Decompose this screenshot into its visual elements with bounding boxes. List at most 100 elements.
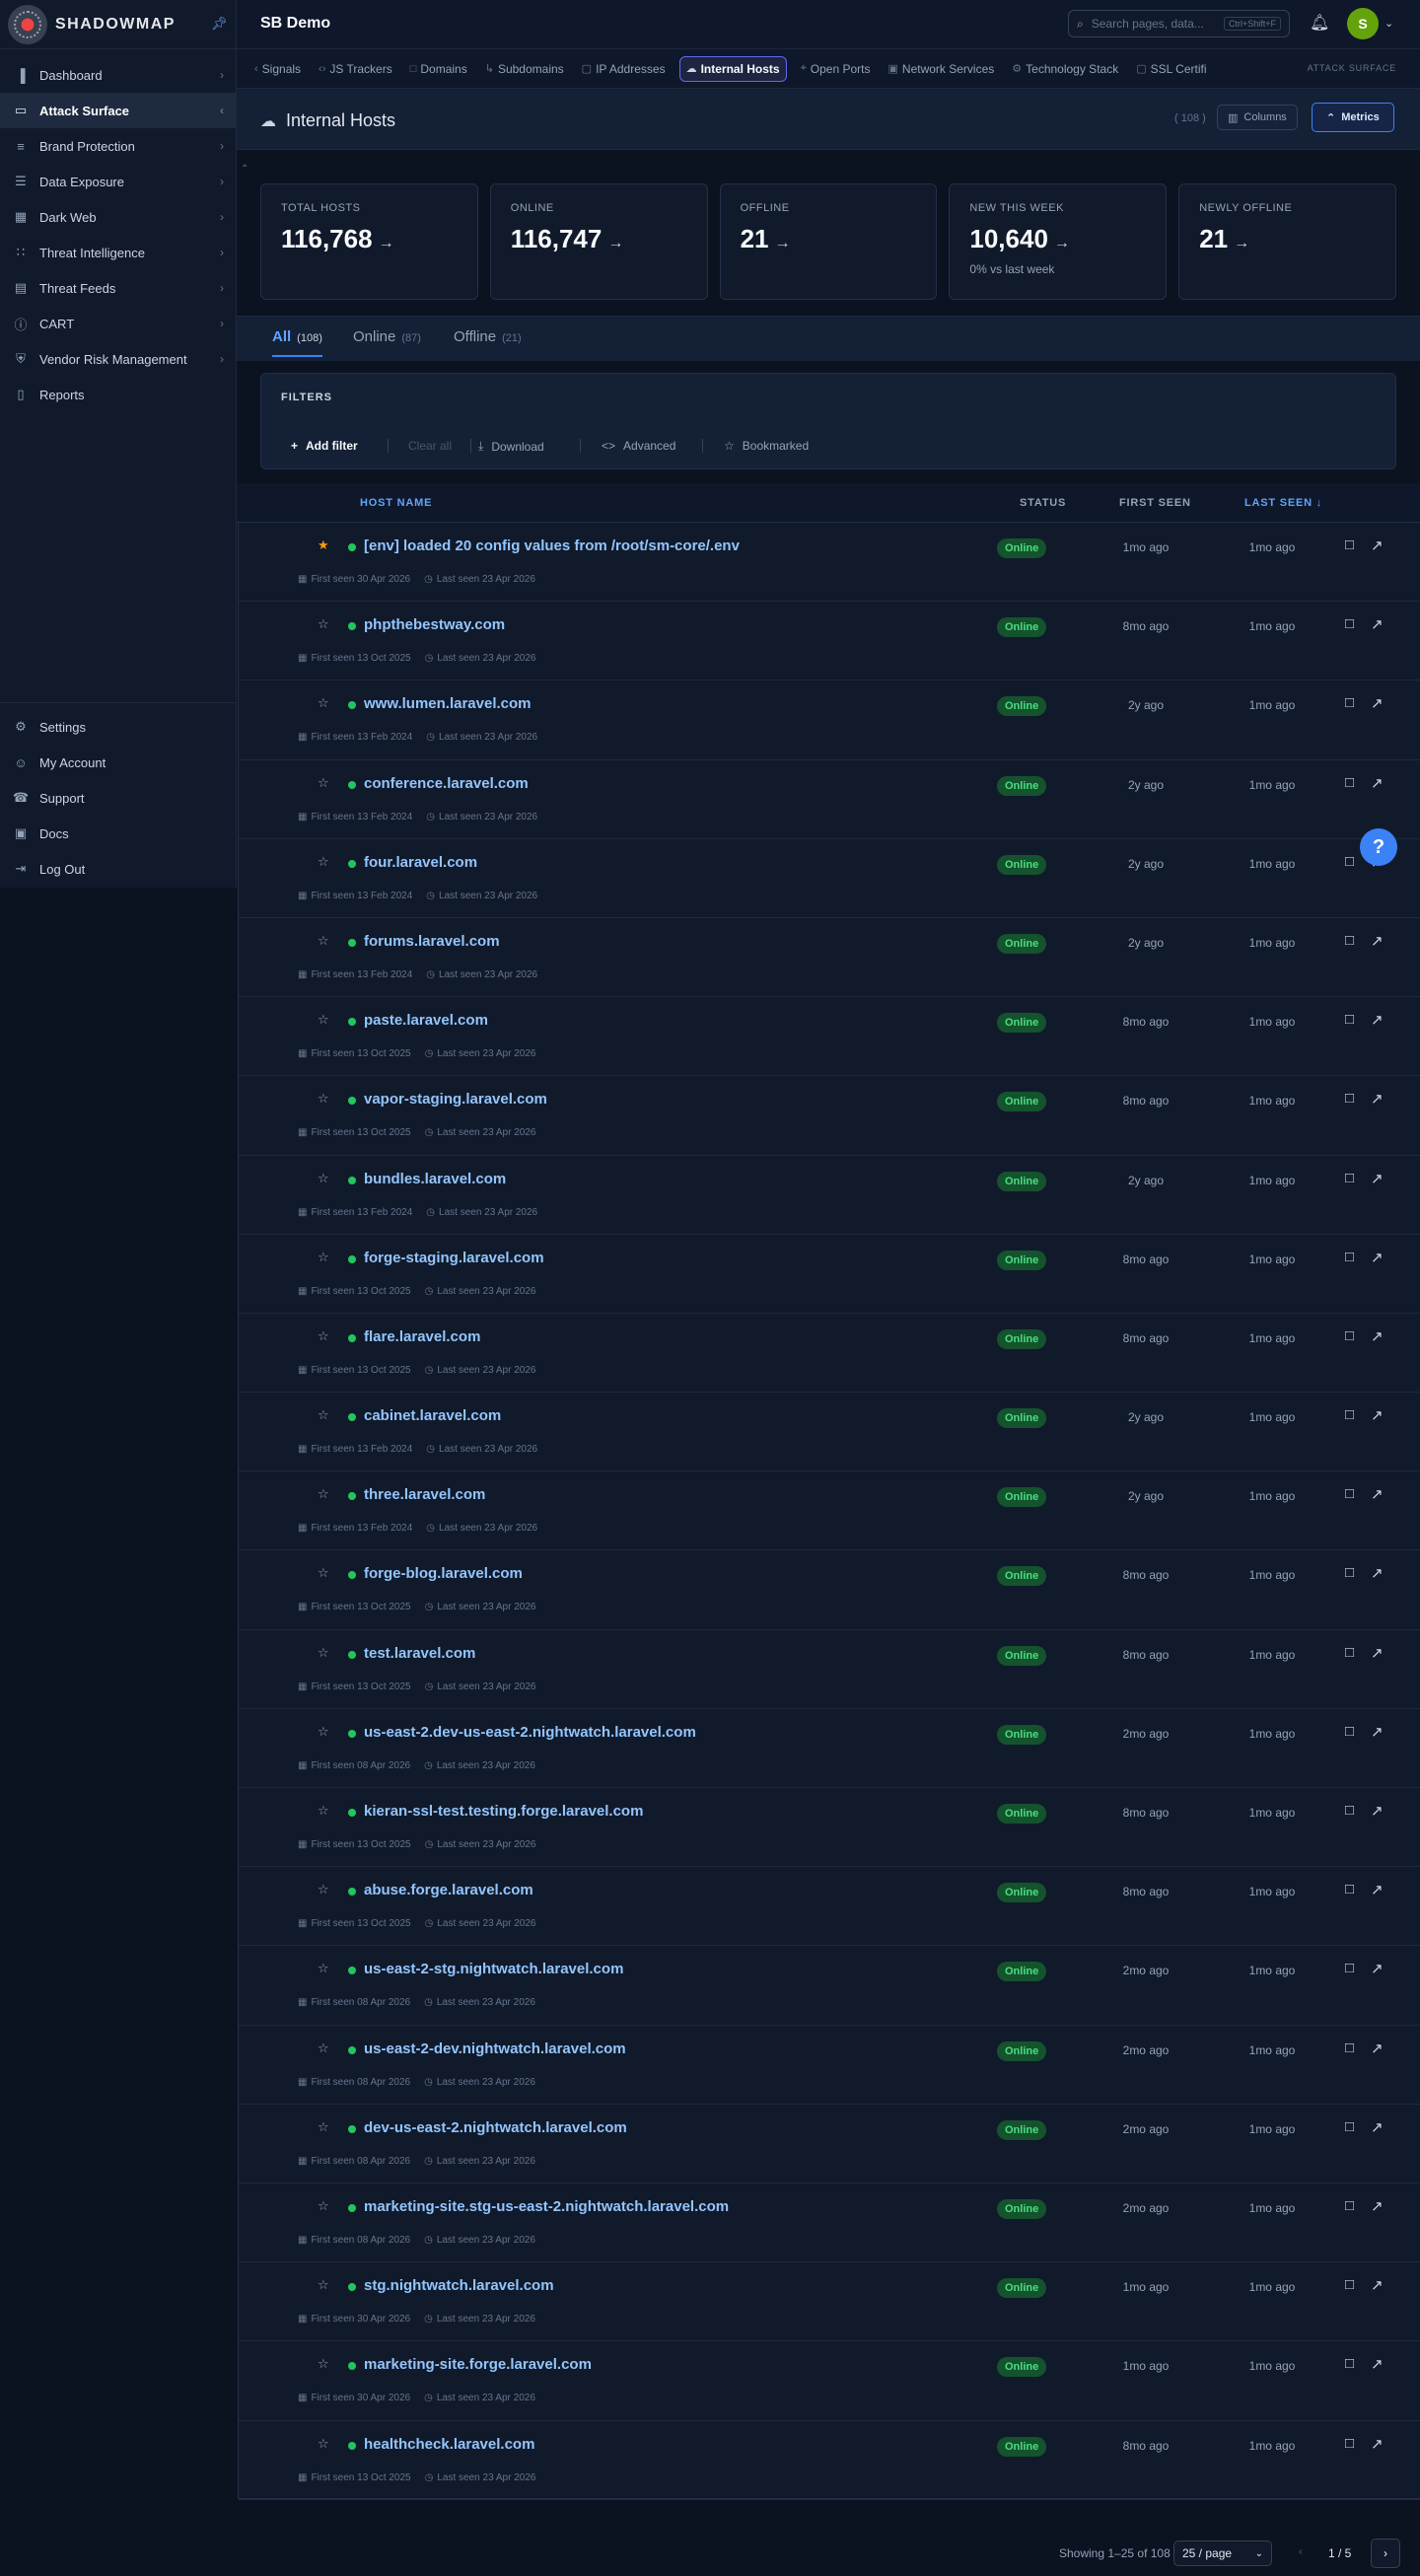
table-row[interactable]: ☆ vapor-staging.laravel.com ▦ First seen 13… bbox=[239, 1076, 1420, 1156]
filter-tab-all[interactable]: All (108) bbox=[272, 328, 322, 357]
bookmarked-button[interactable]: ☆ Bookmarked bbox=[724, 439, 809, 453]
metric-card-newly-offline[interactable]: NEWLY OFFLINE 21 → bbox=[1178, 183, 1396, 300]
sidebar-item-data-exposure[interactable]: ☰ Data Exposure › bbox=[0, 164, 236, 199]
comment-icon[interactable]: □ bbox=[1345, 853, 1354, 870]
external-link-icon[interactable]: ↗ bbox=[1371, 2197, 1384, 2215]
table-row[interactable]: ☆ cabinet.laravel.com ▦ First seen 13 Feb 2… bbox=[239, 1393, 1420, 1472]
comment-icon[interactable]: □ bbox=[1345, 1090, 1354, 1107]
table-row[interactable]: ☆ forums.laravel.com ▦ First seen 13 Feb 20… bbox=[239, 918, 1420, 998]
star-outline-icon[interactable]: ☆ bbox=[318, 1961, 329, 1976]
host-name-link[interactable]: www.lumen.laravel.com bbox=[364, 695, 532, 712]
host-name-link[interactable]: stg.nightwatch.laravel.com bbox=[364, 2277, 554, 2294]
column-header-host[interactable]: HOST NAME bbox=[360, 497, 432, 509]
tab-js-trackers[interactable]: ‹› JS Trackers bbox=[315, 56, 396, 82]
table-row[interactable]: ☆ paste.laravel.com ▦ First seen 13 Oct 202… bbox=[239, 997, 1420, 1077]
host-name-link[interactable]: us-east-2-stg.nightwatch.laravel.com bbox=[364, 1961, 623, 1977]
host-name-link[interactable]: conference.laravel.com bbox=[364, 775, 529, 792]
tab-domains[interactable]: □ Domains bbox=[406, 56, 471, 82]
table-row[interactable]: ☆ conference.laravel.com ▦ First seen 13 Fe… bbox=[239, 760, 1420, 839]
comment-icon[interactable]: □ bbox=[1345, 2276, 1354, 2293]
external-link-icon[interactable]: ↗ bbox=[1371, 1406, 1384, 1424]
star-outline-icon[interactable]: ☆ bbox=[318, 854, 329, 870]
comment-icon[interactable]: □ bbox=[1345, 537, 1354, 553]
host-name-link[interactable]: vapor-staging.laravel.com bbox=[364, 1091, 547, 1108]
external-link-icon[interactable]: ↗ bbox=[1371, 1960, 1384, 1977]
table-row[interactable]: ☆ bundles.laravel.com ▦ First seen 13 Feb 2… bbox=[239, 1156, 1420, 1235]
sidebar-item-my-account[interactable]: ☺ My Account bbox=[0, 745, 236, 780]
sidebar-item-support[interactable]: ☎ Support bbox=[0, 780, 236, 816]
table-row[interactable]: ☆ kieran-ssl-test.testing.forge.laravel.c… bbox=[239, 1788, 1420, 1868]
tab-ssl-certifi[interactable]: ▢ SSL Certifi bbox=[1132, 56, 1210, 82]
tab-technology-stack[interactable]: ⚙ Technology Stack bbox=[1008, 56, 1122, 82]
comment-icon[interactable]: □ bbox=[1345, 1723, 1354, 1740]
host-name-link[interactable]: marketing-site.forge.laravel.com bbox=[364, 2356, 592, 2373]
pin-icon[interactable]: 📌︎ bbox=[211, 16, 228, 32]
external-link-icon[interactable]: ↗ bbox=[1371, 2039, 1384, 2057]
sidebar-item-dashboard[interactable]: ▐ Dashboard › bbox=[0, 57, 236, 93]
column-header-last-seen[interactable]: LAST SEEN ↓ bbox=[1244, 497, 1322, 509]
host-name-link[interactable]: bundles.laravel.com bbox=[364, 1171, 506, 1187]
external-link-icon[interactable]: ↗ bbox=[1371, 1170, 1384, 1187]
comment-icon[interactable]: □ bbox=[1345, 1327, 1354, 1344]
clear-all-button[interactable]: Clear all bbox=[408, 439, 452, 453]
comment-icon[interactable]: □ bbox=[1345, 1170, 1354, 1186]
star-outline-icon[interactable]: ☆ bbox=[318, 1328, 329, 1344]
host-name-link[interactable]: phpthebestway.com bbox=[364, 616, 505, 633]
star-outline-icon[interactable]: ☆ bbox=[318, 1724, 329, 1740]
star-outline-icon[interactable]: ☆ bbox=[318, 1803, 329, 1819]
star-outline-icon[interactable]: ☆ bbox=[318, 1091, 329, 1107]
table-row[interactable]: ☆ stg.nightwatch.laravel.com ▦ First seen 3… bbox=[239, 2262, 1420, 2342]
star-outline-icon[interactable]: ☆ bbox=[318, 2277, 329, 2293]
search-input[interactable]: ⌕ Search pages, data... Ctrl+Shift+F bbox=[1068, 10, 1290, 37]
sidebar-item-vendor-risk-management[interactable]: ⛨ Vendor Risk Management › bbox=[0, 341, 236, 377]
table-row[interactable]: ☆ forge-staging.laravel.com ▦ First seen 13… bbox=[239, 1235, 1420, 1314]
metric-card-new-this-week[interactable]: NEW THIS WEEK 10,640 → 0% vs last week bbox=[949, 183, 1168, 300]
host-name-link[interactable]: marketing-site.stg-us-east-2.nightwatch.… bbox=[364, 2198, 729, 2215]
sidebar-item-attack-surface[interactable]: ▭ Attack Surface ‹ bbox=[0, 93, 236, 128]
filter-tab-online[interactable]: Online (87) bbox=[353, 328, 421, 345]
table-row[interactable]: ☆ marketing-site.stg-us-east-2.nightwatch… bbox=[239, 2183, 1420, 2263]
column-header-first-seen[interactable]: FIRST SEEN bbox=[1119, 497, 1191, 509]
host-name-link[interactable]: three.laravel.com bbox=[364, 1486, 485, 1503]
tab-open-ports[interactable]: ⌖ Open Ports bbox=[797, 56, 875, 82]
comment-icon[interactable]: □ bbox=[1345, 1960, 1354, 1976]
comment-icon[interactable]: □ bbox=[1345, 2039, 1354, 2056]
star-outline-icon[interactable]: ☆ bbox=[318, 1645, 329, 1661]
comment-icon[interactable]: □ bbox=[1345, 932, 1354, 949]
external-link-icon[interactable]: ↗ bbox=[1371, 615, 1384, 633]
host-name-link[interactable]: four.laravel.com bbox=[364, 854, 477, 871]
sidebar-item-threat-feeds[interactable]: ▤ Threat Feeds › bbox=[0, 270, 236, 306]
table-row[interactable]: ☆ flare.laravel.com ▦ First seen 13 Oct 202… bbox=[239, 1314, 1420, 1394]
download-button[interactable]: ⤓ Download bbox=[478, 439, 544, 454]
star-filled-icon[interactable]: ★ bbox=[318, 537, 329, 553]
host-name-link[interactable]: dev-us-east-2.nightwatch.laravel.com bbox=[364, 2119, 627, 2136]
host-name-link[interactable]: healthcheck.laravel.com bbox=[364, 2436, 534, 2453]
external-link-icon[interactable]: ↗ bbox=[1371, 1327, 1384, 1345]
external-link-icon[interactable]: ↗ bbox=[1371, 1723, 1384, 1741]
table-row[interactable]: ☆ healthcheck.laravel.com ▦ First seen 13 O… bbox=[239, 2421, 1420, 2500]
advanced-button[interactable]: <> Advanced bbox=[602, 439, 675, 453]
host-name-link[interactable]: forums.laravel.com bbox=[364, 933, 500, 950]
comment-icon[interactable]: □ bbox=[1345, 1564, 1354, 1581]
host-name-link[interactable]: test.laravel.com bbox=[364, 1645, 475, 1662]
tab-network-services[interactable]: ▣ Network Services bbox=[885, 56, 999, 82]
comment-icon[interactable]: □ bbox=[1345, 1485, 1354, 1502]
table-row[interactable]: ☆ us-east-2-stg.nightwatch.laravel.com ▦ Fi… bbox=[239, 1946, 1420, 2026]
next-page-button[interactable]: › bbox=[1371, 2539, 1400, 2568]
sidebar-item-dark-web[interactable]: ▦ Dark Web › bbox=[0, 199, 236, 235]
external-link-icon[interactable]: ↗ bbox=[1371, 537, 1384, 554]
host-name-link[interactable]: us-east-2.dev-us-east-2.nightwatch.larav… bbox=[364, 1724, 696, 1741]
table-row[interactable]: ☆ forge-blog.laravel.com ▦ First seen 13 Oc… bbox=[239, 1550, 1420, 1630]
comment-icon[interactable]: □ bbox=[1345, 1802, 1354, 1819]
host-name-link[interactable]: [env] loaded 20 config values from /root… bbox=[364, 537, 740, 554]
tab-signals[interactable]: ‹ Signals bbox=[250, 56, 305, 82]
star-outline-icon[interactable]: ☆ bbox=[318, 1250, 329, 1265]
comment-icon[interactable]: □ bbox=[1345, 2197, 1354, 2214]
table-row[interactable]: ☆ four.laravel.com ▦ First seen 13 Feb 2024… bbox=[239, 839, 1420, 918]
external-link-icon[interactable]: ↗ bbox=[1371, 1881, 1384, 1898]
host-name-link[interactable]: forge-blog.laravel.com bbox=[364, 1565, 523, 1582]
sidebar-item-threat-intelligence[interactable]: ∷ Threat Intelligence › bbox=[0, 235, 236, 270]
star-outline-icon[interactable]: ☆ bbox=[318, 1565, 329, 1581]
external-link-icon[interactable]: ↗ bbox=[1371, 2276, 1384, 2294]
comment-icon[interactable]: □ bbox=[1345, 1249, 1354, 1265]
